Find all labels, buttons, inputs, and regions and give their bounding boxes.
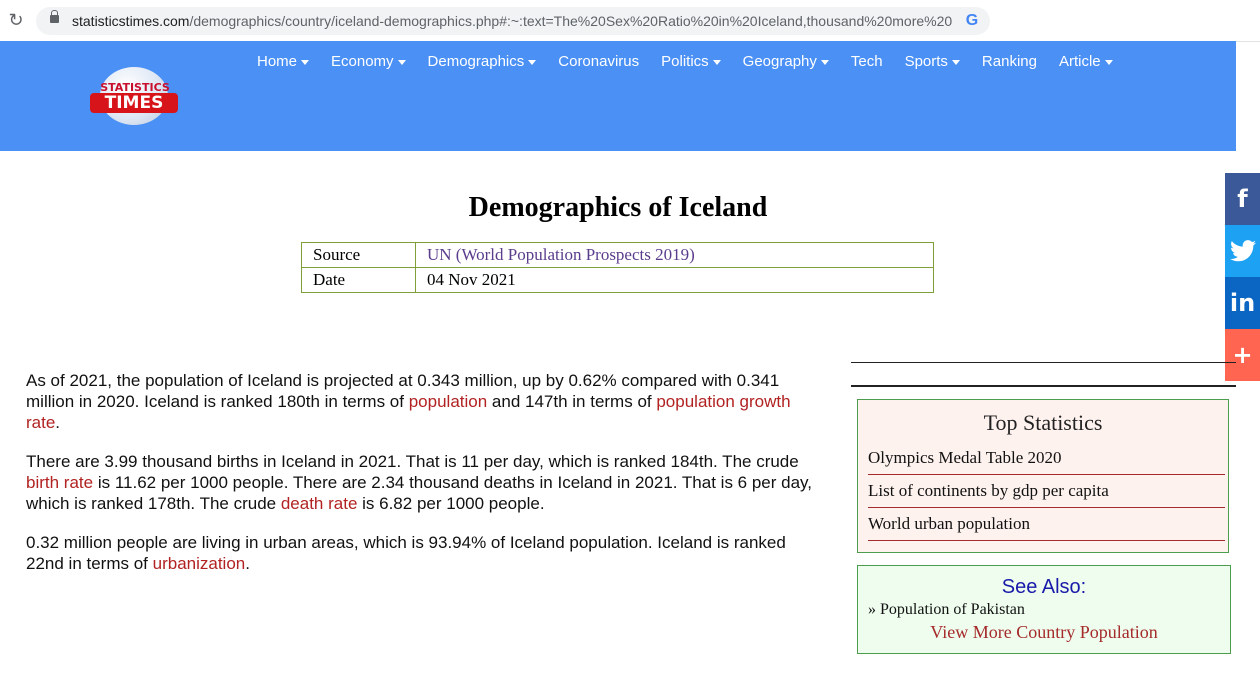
list-item[interactable]: List of continents by gdp per capita (868, 475, 1225, 508)
paragraph-text: and 147th in terms of (487, 392, 657, 411)
divider (851, 362, 1236, 363)
top-statistics-box: Top Statistics Olympics Medal Table 2020… (857, 399, 1229, 553)
source-value-cell: UN (World Population Prospects 2019) (415, 242, 934, 268)
nav-politics[interactable]: Politics (661, 51, 721, 73)
main-nav: Home Economy Demographics Coronavirus Po… (246, 51, 1124, 73)
source-link[interactable]: UN (World Population Prospects 2019) (427, 245, 695, 264)
date-label: Date (301, 267, 416, 293)
caret-down-icon (1104, 59, 1113, 65)
page-title: Demographics of Iceland (468, 192, 768, 223)
list-item[interactable]: World urban population (868, 508, 1225, 541)
nav-ranking[interactable]: Ranking (982, 51, 1037, 73)
nav-label: Sports (904, 53, 948, 70)
google-icon[interactable]: G (962, 11, 982, 31)
caret-down-icon (397, 59, 406, 65)
article-paragraph: 0.32 million people are living in urban … (26, 532, 826, 574)
article-paragraph: As of 2021, the population of Iceland is… (26, 370, 826, 433)
death-rate-link[interactable]: death rate (281, 494, 358, 513)
source-table: Source UN (World Population Prospects 20… (301, 242, 934, 293)
source-label: Source (301, 242, 416, 268)
lock-icon[interactable] (50, 10, 59, 23)
nav-label: Article (1058, 53, 1101, 70)
logo-line2: TIMES (90, 93, 178, 113)
site-header: STATISTICS TIMES Home Economy Demographi… (0, 41, 1236, 151)
paragraph-text: There are 3.99 thousand births in Icelan… (26, 452, 799, 471)
nav-article[interactable]: Article (1059, 51, 1113, 73)
nav-label: Demographics (427, 53, 525, 70)
top-statistics-list: Olympics Medal Table 2020 List of contin… (858, 442, 1228, 541)
url-path: /demographics/country/iceland-demographi… (189, 13, 952, 29)
population-link[interactable]: population (409, 392, 487, 411)
caret-down-icon (820, 59, 829, 65)
more-share-button[interactable]: + (1225, 329, 1260, 381)
caret-down-icon (951, 59, 960, 65)
article-body: As of 2021, the population of Iceland is… (26, 370, 826, 592)
paragraph-text: is 6.82 per 1000 people. (357, 494, 545, 513)
twitter-share-button[interactable] (1225, 225, 1260, 277)
nav-geography[interactable]: Geography (743, 51, 829, 73)
linkedin-share-button[interactable]: in (1225, 277, 1260, 329)
nav-economy[interactable]: Economy (331, 51, 406, 73)
url-domain: statisticstimes.com (72, 13, 190, 29)
caret-down-icon (528, 59, 537, 65)
caret-down-icon (301, 59, 310, 65)
divider (851, 385, 1236, 387)
table-row: Source UN (World Population Prospects 20… (301, 242, 934, 268)
nav-label: Home (257, 53, 298, 70)
nav-label: Tech (850, 53, 883, 70)
nav-label: Coronavirus (558, 53, 640, 70)
nav-label: Economy (331, 53, 394, 70)
site-logo[interactable]: STATISTICS TIMES (88, 67, 182, 127)
reload-icon[interactable]: ↻ (6, 10, 26, 30)
top-statistics-heading: Top Statistics (983, 410, 1103, 435)
list-item[interactable]: Olympics Medal Table 2020 (868, 442, 1225, 475)
nav-home[interactable]: Home (257, 51, 310, 73)
table-row: Date 04 Nov 2021 (301, 267, 934, 293)
population-of-pakistan-link[interactable]: » Population of Pakistan (858, 600, 1230, 620)
see-also-box: See Also: » Population of Pakistan View … (857, 565, 1231, 654)
url-text[interactable]: statisticstimes.com/demographics/country… (72, 7, 952, 35)
plus-icon: + (1232, 341, 1253, 369)
twitter-icon (1229, 240, 1256, 262)
see-also-heading: See Also: (1001, 576, 1087, 598)
paragraph-text: . (55, 413, 61, 432)
nav-sports[interactable]: Sports (905, 51, 960, 73)
nav-demographics[interactable]: Demographics (428, 51, 537, 73)
paragraph-text: . (245, 554, 250, 573)
nav-tech[interactable]: Tech (851, 51, 883, 73)
facebook-icon: f (1237, 185, 1248, 213)
birth-rate-link[interactable]: birth rate (26, 473, 93, 492)
address-bar[interactable]: statisticstimes.com/demographics/country… (36, 7, 990, 35)
urbanization-link[interactable]: urbanization (153, 554, 246, 573)
nav-coronavirus[interactable]: Coronavirus (558, 51, 639, 73)
article-paragraph: There are 3.99 thousand births in Icelan… (26, 451, 826, 514)
view-more-link[interactable]: View More Country Population (858, 621, 1230, 643)
nav-label: Ranking (981, 53, 1037, 70)
browser-toolbar: ↻ statisticstimes.com/demographics/count… (0, 0, 1260, 42)
nav-label: Politics (661, 53, 709, 70)
caret-down-icon (712, 59, 721, 65)
nav-label: Geography (742, 53, 817, 70)
linkedin-icon: in (1229, 289, 1256, 317)
paragraph-text: 0.32 million people are living in urban … (26, 533, 786, 573)
date-value: 04 Nov 2021 (415, 267, 934, 293)
